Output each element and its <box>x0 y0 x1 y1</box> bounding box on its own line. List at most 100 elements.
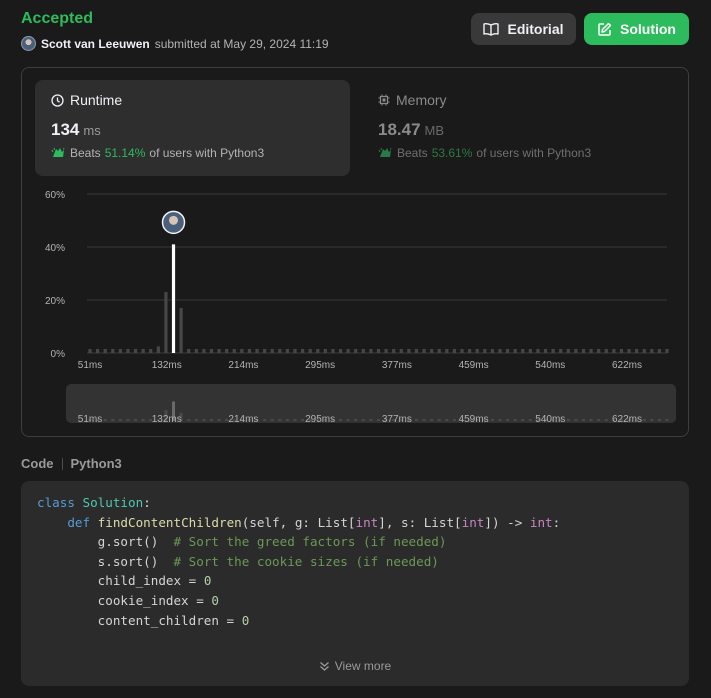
chart-bar <box>232 349 236 353</box>
submitted-time: submitted at May 29, 2024 11:19 <box>154 36 329 51</box>
chart-bar <box>331 349 335 353</box>
chart-bar <box>270 349 274 353</box>
y-tick-label: 0% <box>51 349 66 360</box>
editorial-button[interactable]: Editorial <box>471 13 576 45</box>
navigator-tick-label: 51ms <box>78 414 102 425</box>
navigator-bar <box>445 419 449 421</box>
navigator-bar <box>422 419 426 421</box>
performance-panel: Runtime 134 ms Beats 51.14% of users with… <box>21 67 689 437</box>
chart-bar <box>118 349 122 353</box>
chart-bar <box>581 349 586 353</box>
chart-bar <box>551 349 555 353</box>
navigator-bar <box>581 419 585 421</box>
navigator-bar <box>293 419 297 421</box>
chart-bar <box>88 349 92 353</box>
navigator-bar <box>506 419 510 421</box>
chart-bar <box>308 349 312 353</box>
book-icon <box>483 22 500 36</box>
navigator-bar <box>604 419 608 421</box>
chart-bar <box>574 349 578 353</box>
navigator-bar <box>498 419 502 421</box>
navigator-bar <box>513 419 517 421</box>
y-tick-label: 40% <box>45 243 65 254</box>
navigator-bar <box>528 419 532 421</box>
code-line: content_children = 0 <box>37 612 250 628</box>
highlight-bar <box>171 244 176 353</box>
code-line: s.sort() # Sort the cookie sizes (if nee… <box>37 553 439 569</box>
navigator-tick-label: 377ms <box>382 414 412 425</box>
chart-bar <box>536 349 540 353</box>
navigator-bar <box>126 419 130 421</box>
chart-bar <box>179 307 183 353</box>
submission-info: Scott van Leeuwen submitted at May 29, 2… <box>21 36 329 51</box>
chart-bar <box>346 349 350 353</box>
chart-bar <box>619 349 624 353</box>
navigator-bar <box>589 419 593 421</box>
chart-bar <box>445 349 449 353</box>
chart-bar <box>187 349 191 353</box>
navigator-bar <box>339 419 343 421</box>
solution-button[interactable]: Solution <box>584 13 689 45</box>
chevron-double-down-icon <box>319 661 329 671</box>
chart-bar <box>95 349 100 353</box>
y-tick-label: 60% <box>45 190 65 201</box>
chart-bar <box>452 349 457 353</box>
chart-bar <box>528 349 532 353</box>
chart-bar <box>665 349 669 353</box>
code-content: class Solution: def findContentChildren(… <box>37 493 560 630</box>
chart-bar <box>513 349 517 353</box>
chart-bar <box>657 349 662 353</box>
chart-bar <box>338 349 343 353</box>
x-tick-label: 132ms <box>152 360 182 371</box>
edit-icon <box>598 22 612 36</box>
chart-bar <box>263 349 267 353</box>
chart-bar <box>422 349 426 353</box>
code-line: class Solution: <box>37 495 151 510</box>
navigator-bar <box>111 419 115 421</box>
chart-bar <box>505 349 510 353</box>
navigator-tick-label: 295ms <box>305 414 335 425</box>
chart-bar <box>559 349 563 353</box>
chart-bar <box>392 349 396 353</box>
chart-bar <box>399 349 403 353</box>
x-tick-label: 459ms <box>459 360 489 371</box>
code-line: child_index = 0 <box>37 573 212 589</box>
chart-bar <box>361 349 365 353</box>
chart-bar <box>650 349 654 353</box>
navigator-bar <box>452 419 456 421</box>
navigator-bar <box>361 419 365 421</box>
chart-bar <box>354 349 358 353</box>
navigator-bar <box>566 419 570 421</box>
chart-bar <box>278 349 282 353</box>
chart-bar <box>437 349 441 353</box>
chart-bar <box>642 349 646 353</box>
chart-bar <box>566 349 570 353</box>
chart-bar <box>240 349 244 353</box>
chart-bar <box>316 349 320 353</box>
chart-bar <box>604 349 608 353</box>
runtime-distribution-chart[interactable]: 60% 40% 20% 0% 51ms 132ms 214ms 295ms 377ms 459ms… <box>22 68 688 436</box>
chart-bar <box>376 349 381 353</box>
chart-bar <box>597 349 601 353</box>
user-name[interactable]: Scott van Leeuwen <box>41 37 150 51</box>
code-header: Code Python3 <box>21 456 122 471</box>
current-user-avatar-face <box>169 215 179 225</box>
user-avatar[interactable] <box>21 36 36 51</box>
chart-bar <box>490 349 494 353</box>
view-more-button[interactable]: View more <box>21 659 689 673</box>
chart-bar <box>194 349 198 353</box>
chart-bar <box>285 349 289 353</box>
chart-bar <box>430 349 434 353</box>
chart-bar <box>627 349 631 353</box>
chart-bar <box>475 349 479 353</box>
navigator-bar <box>574 419 578 421</box>
chart-bar <box>521 349 525 353</box>
chart-bar <box>384 349 388 353</box>
navigator-bar <box>521 419 525 421</box>
chart-bar <box>589 349 593 353</box>
chart-bar <box>209 349 214 353</box>
navigator-bar <box>377 419 380 421</box>
chart-bar <box>217 349 221 353</box>
chart-bar <box>407 349 411 353</box>
navigator-bar <box>278 419 282 421</box>
